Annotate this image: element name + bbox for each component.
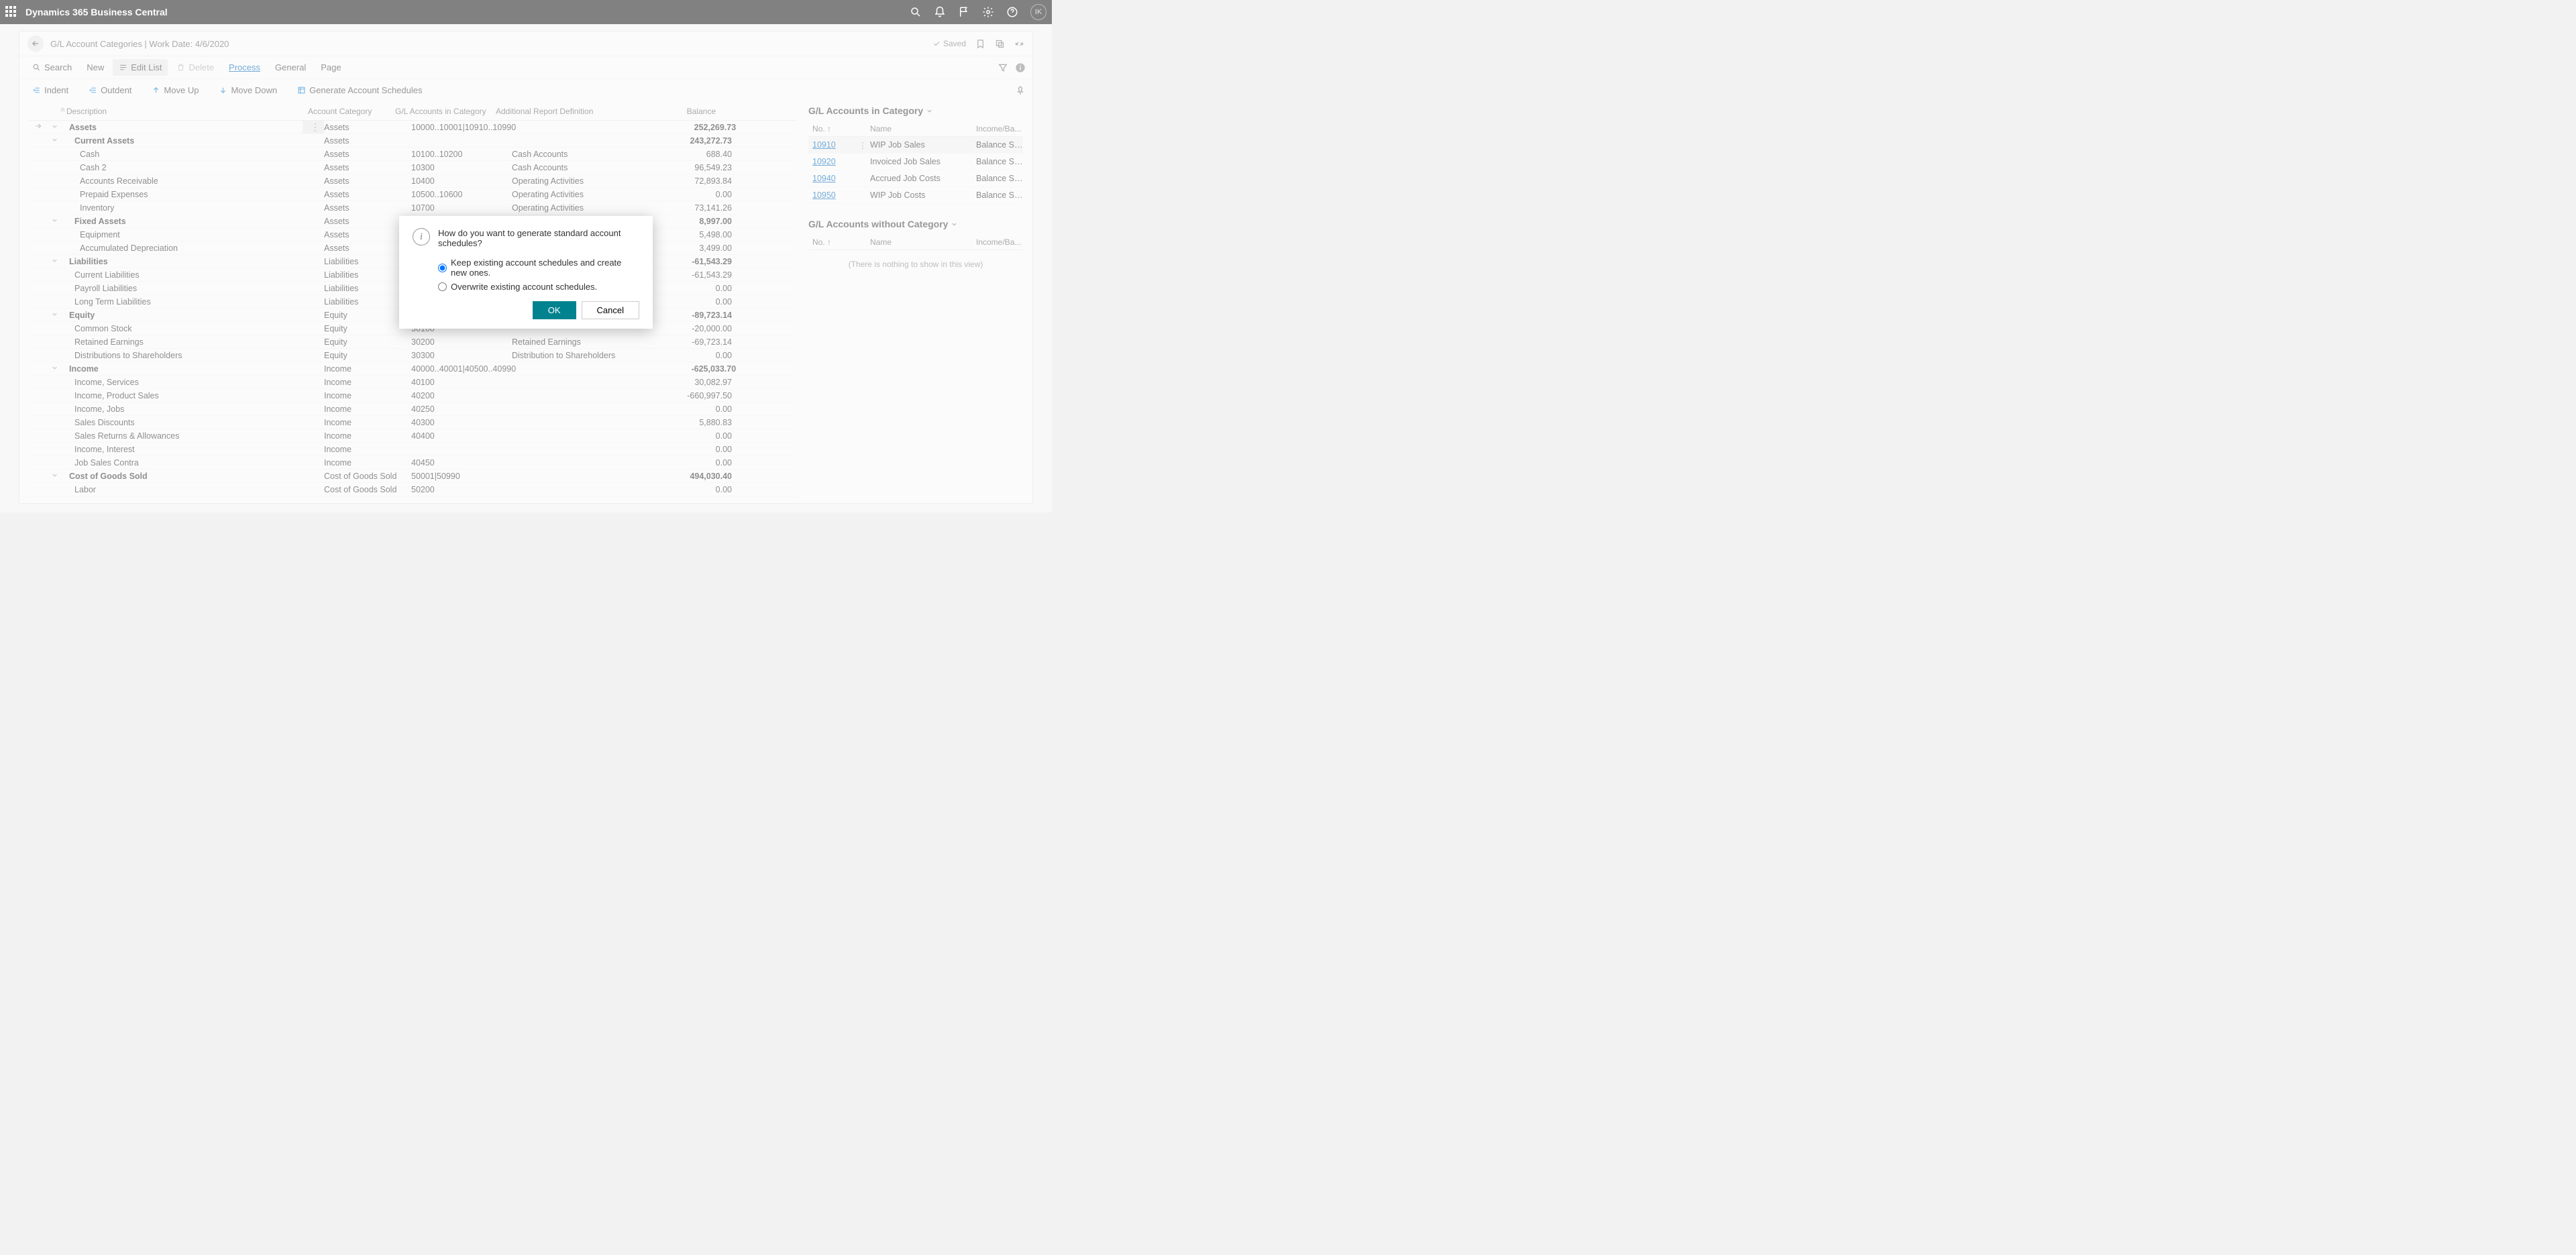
option-overwrite[interactable]: Overwrite existing account schedules. (438, 282, 639, 292)
option-keep-existing[interactable]: Keep existing account schedules and crea… (438, 258, 639, 278)
generate-schedules-dialog: i How do you want to generate standard a… (399, 216, 653, 329)
info-dialog-icon: i (413, 228, 430, 245)
modal-overlay: i How do you want to generate standard a… (0, 0, 1052, 512)
cancel-button[interactable]: Cancel (582, 301, 639, 319)
ok-button[interactable]: OK (533, 301, 576, 319)
radio-keep[interactable] (438, 264, 447, 272)
radio-overwrite[interactable] (438, 282, 447, 291)
dialog-message: How do you want to generate standard acc… (438, 228, 639, 248)
